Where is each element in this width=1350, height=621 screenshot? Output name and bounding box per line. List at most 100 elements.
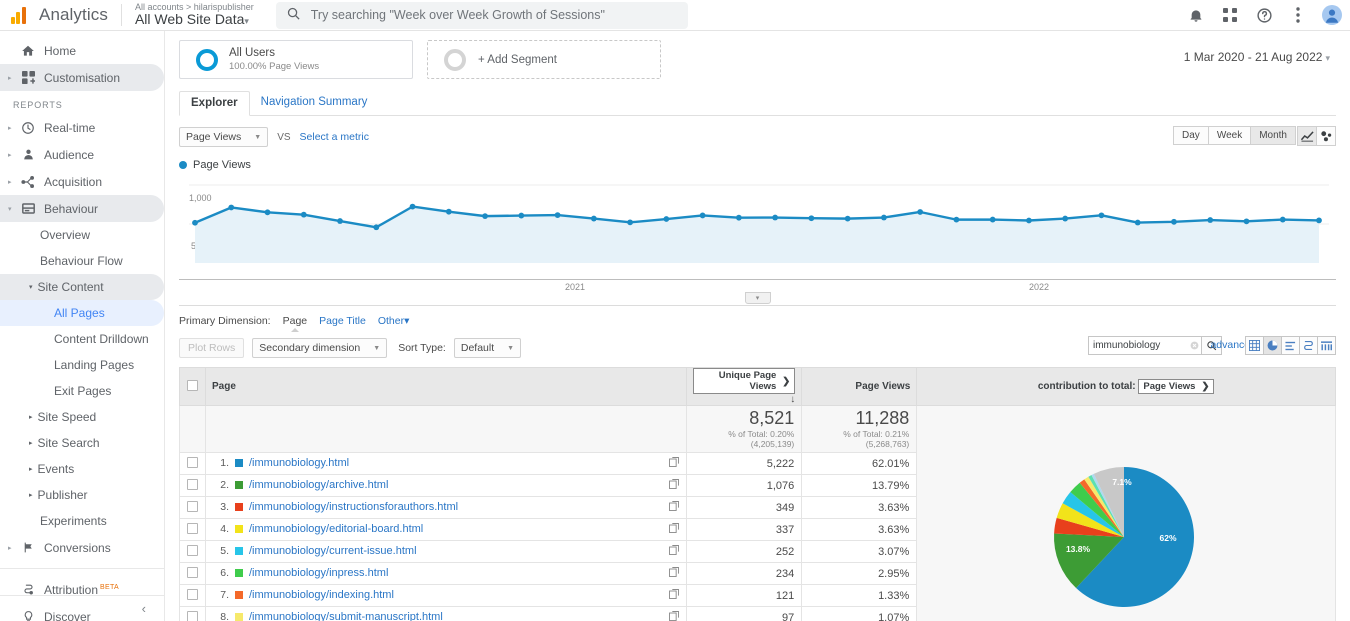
segment-all-users[interactable]: All Users 100.00% Page Views [179, 40, 413, 79]
comparison-view-icon[interactable] [1299, 336, 1318, 355]
contribution-metric-dropdown[interactable]: Page Views❯ [1138, 379, 1214, 394]
sidebar-item-experiments[interactable]: Experiments [0, 508, 164, 534]
open-external-icon[interactable] [669, 457, 679, 470]
row-page-link[interactable]: /immunobiology.html [249, 457, 349, 469]
sidebar-item-acquisition[interactable]: ▸ Acquisition [0, 168, 164, 195]
sidebar-item-site-speed[interactable]: ▸ Site Speed [0, 404, 164, 430]
line-chart-svg[interactable] [189, 175, 1329, 279]
apps-grid-icon[interactable] [1220, 5, 1240, 25]
row-checkbox-cell[interactable] [180, 541, 206, 563]
search-input[interactable] [311, 8, 678, 22]
sidebar-item-content-drilldown[interactable]: Content Drilldown [0, 326, 164, 352]
dimension-page-title[interactable]: Page Title [319, 315, 366, 327]
pie-slice-label: 62% [1160, 533, 1177, 543]
property-name[interactable]: All Web Site Data▾ [135, 12, 254, 27]
sidebar-item-home[interactable]: Home [0, 37, 164, 64]
clear-icon[interactable] [1188, 336, 1201, 355]
row-checkbox-cell[interactable] [180, 497, 206, 519]
plot-rows-button[interactable]: Plot Rows [179, 338, 244, 358]
global-search[interactable] [276, 2, 688, 29]
row-checkbox[interactable] [187, 589, 198, 600]
chevron-down-icon: ▼ [507, 345, 514, 352]
row-checkbox-cell[interactable] [180, 563, 206, 585]
add-segment-button[interactable]: + Add Segment [427, 40, 661, 79]
row-checkbox[interactable] [187, 611, 198, 621]
secondary-dimension-dropdown[interactable]: Secondary dimension▼ [252, 338, 387, 358]
contribution-pie-chart[interactable]: 62%13.8%7.1% [1016, 447, 1236, 621]
row-checkbox[interactable] [187, 501, 198, 512]
pivot-view-icon[interactable] [1317, 336, 1336, 355]
open-external-icon[interactable] [669, 479, 679, 492]
bell-icon[interactable] [1186, 5, 1206, 25]
select-all-header[interactable] [180, 368, 206, 406]
sort-type-dropdown[interactable]: Default▼ [454, 338, 521, 358]
sidebar-item-customisation[interactable]: ▸ Customisation [0, 64, 164, 91]
metric-dropdown[interactable]: Page Views ▼ [179, 127, 268, 147]
granularity-week[interactable]: Week [1208, 126, 1251, 145]
row-checkbox-cell[interactable] [180, 585, 206, 607]
sidebar-item-exit-pages[interactable]: Exit Pages [0, 378, 164, 404]
more-vert-icon[interactable] [1288, 5, 1308, 25]
sidebar-collapse-button[interactable]: ‹ [0, 595, 164, 621]
motion-chart-icon[interactable] [1316, 126, 1336, 146]
row-checkbox[interactable] [187, 567, 198, 578]
row-checkbox-cell[interactable] [180, 475, 206, 497]
row-checkbox[interactable] [187, 523, 198, 534]
tab-navigation-summary[interactable]: Navigation Summary [250, 91, 379, 115]
table-search-input[interactable] [1088, 336, 1188, 355]
sidebar-item-landing-pages[interactable]: Landing Pages [0, 352, 164, 378]
column-header-contribution: contribution to total: Page Views❯ [917, 368, 1336, 406]
select-all-checkbox[interactable] [187, 380, 198, 391]
open-external-icon[interactable] [669, 589, 679, 602]
open-external-icon[interactable] [669, 611, 679, 621]
sidebar-item-real-time[interactable]: ▸ Real-time [0, 114, 164, 141]
row-page-link[interactable]: /immunobiology/indexing.html [249, 589, 394, 601]
sidebar-item-publisher[interactable]: ▸ Publisher [0, 482, 164, 508]
sidebar-item-site-search[interactable]: ▸ Site Search [0, 430, 164, 456]
open-external-icon[interactable] [669, 545, 679, 558]
sidebar-item-overview[interactable]: Overview [0, 222, 164, 248]
open-external-icon[interactable] [669, 523, 679, 536]
row-page-link[interactable]: /immunobiology/submit-manuscript.html [249, 611, 443, 621]
sidebar-item-audience[interactable]: ▸ Audience [0, 141, 164, 168]
help-icon[interactable] [1254, 5, 1274, 25]
dimension-other[interactable]: Other▾ [378, 315, 410, 327]
dimension-page[interactable]: Page [283, 315, 308, 327]
date-range-picker[interactable]: 1 Mar 2020 - 21 Aug 2022▾ [1184, 50, 1330, 64]
sidebar-item-events[interactable]: ▸ Events [0, 456, 164, 482]
sidebar-item-behaviour-flow[interactable]: Behaviour Flow [0, 248, 164, 274]
account-selector[interactable]: All accounts > hilarispublisher All Web … [135, 3, 254, 27]
row-page-link[interactable]: /immunobiology/archive.html [249, 479, 388, 491]
row-checkbox-cell[interactable] [180, 453, 206, 475]
sidebar-item-site-content[interactable]: ▾ Site Content [0, 274, 164, 300]
avatar[interactable] [1322, 5, 1342, 25]
performance-view-icon[interactable] [1281, 336, 1300, 355]
chart-resize-handle[interactable]: ▾ [745, 292, 771, 304]
row-checkbox-cell[interactable] [180, 519, 206, 541]
line-chart-icon[interactable] [1297, 126, 1317, 146]
column-header-page[interactable]: Page [206, 368, 687, 406]
row-checkbox[interactable] [187, 545, 198, 556]
row-page-link[interactable]: /immunobiology/current-issue.html [249, 545, 417, 557]
row-checkbox-cell[interactable] [180, 607, 206, 621]
sidebar-item-behaviour[interactable]: ▾ Behaviour [0, 195, 164, 222]
row-page-link[interactable]: /immunobiology/editorial-board.html [249, 523, 423, 535]
open-external-icon[interactable] [669, 501, 679, 514]
column-header-page-views[interactable]: Page Views [802, 368, 917, 406]
granularity-month[interactable]: Month [1250, 126, 1296, 145]
unique-page-views-dropdown[interactable]: Unique Page Views❯ [693, 368, 795, 394]
granularity-day[interactable]: Day [1173, 126, 1209, 145]
column-header-unique-page-views[interactable]: Unique Page Views❯ ↓ [687, 368, 802, 406]
select-a-metric-link[interactable]: Select a metric [300, 131, 369, 143]
table-view-icon[interactable] [1245, 336, 1264, 355]
row-checkbox[interactable] [187, 479, 198, 490]
sort-arrow-icon[interactable]: ↓ [790, 394, 795, 405]
row-page-link[interactable]: /immunobiology/instructionsforauthors.ht… [249, 501, 458, 513]
row-checkbox[interactable] [187, 457, 198, 468]
pie-view-icon[interactable] [1263, 336, 1282, 355]
open-external-icon[interactable] [669, 567, 679, 580]
tab-explorer[interactable]: Explorer [179, 91, 250, 116]
row-page-link[interactable]: /immunobiology/inpress.html [249, 567, 388, 579]
sidebar-item-all-pages[interactable]: All Pages [0, 300, 164, 326]
sidebar-item-conversions[interactable]: ▸ Conversions [0, 534, 164, 561]
